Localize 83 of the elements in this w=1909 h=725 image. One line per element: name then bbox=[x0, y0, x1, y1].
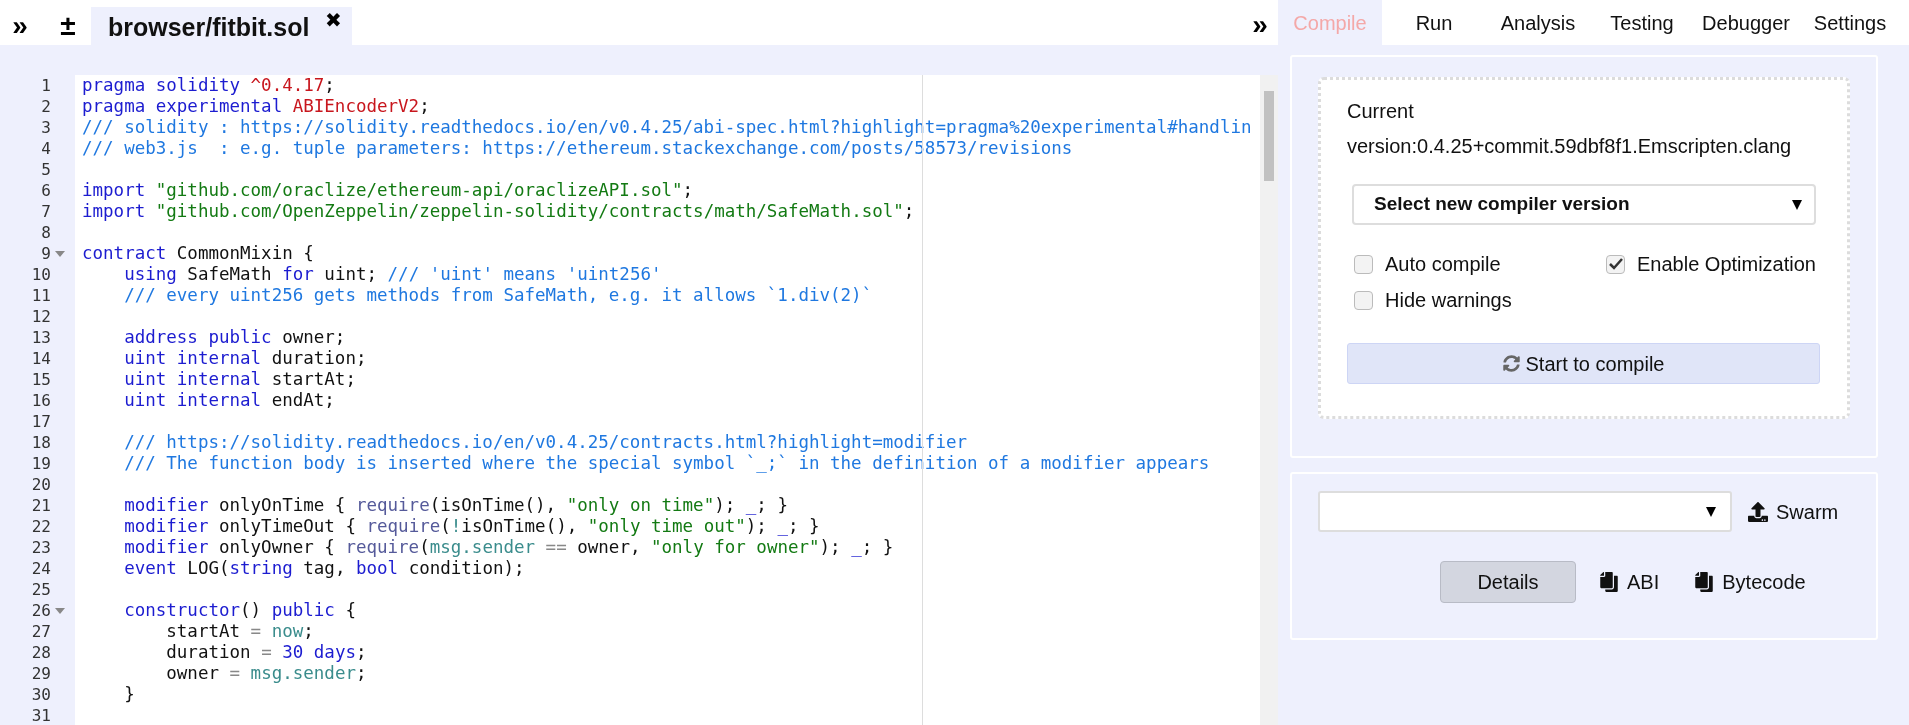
line-number: 19 bbox=[31, 452, 51, 475]
line-number: 23 bbox=[31, 536, 51, 559]
code-line: /// solidity : https://solidity.readthedocs.io/en/v0.4.25/abi-spec.html?highlight=pragma%20experimental#handlin bbox=[82, 117, 1252, 138]
code-line: /// The function body is inserted where the special symbol `_;` in the definition of a modifier appears bbox=[123, 453, 1210, 474]
close-icon[interactable]: ✖ bbox=[325, 5, 343, 35]
line-number: 3 bbox=[41, 116, 51, 139]
code-line: modifier onlyTimeOut { require(!isOnTime(), "only time out"); _; } bbox=[123, 516, 820, 537]
fold-arrow-icon[interactable] bbox=[55, 250, 65, 257]
dropdown-caret-icon bbox=[1792, 199, 1802, 210]
line-number: 29 bbox=[31, 662, 51, 685]
line-number: 22 bbox=[31, 515, 51, 538]
line-number: 10 bbox=[31, 263, 51, 286]
line-number: 8 bbox=[41, 221, 51, 244]
code-line: event LOG(string tag, bool condition); bbox=[123, 558, 525, 579]
code-line: modifier onlyOnTime { require(isOnTime(), "only on time"); _; } bbox=[123, 495, 788, 516]
code-line: modifier onlyOwner { require(msg.sender == owner, "only for owner"); _; } bbox=[123, 537, 894, 558]
line-number: 16 bbox=[31, 389, 51, 412]
copy-icon bbox=[1599, 572, 1619, 592]
code-line: startAt = now; bbox=[165, 621, 314, 642]
panel-toggle-button[interactable]: » bbox=[1246, 5, 1274, 45]
code-line: pragma solidity ^0.4.17; bbox=[82, 75, 335, 96]
line-number: 13 bbox=[31, 326, 51, 349]
code-line: uint internal duration; bbox=[123, 348, 367, 369]
line-number: 7 bbox=[41, 200, 51, 223]
copy-button[interactable]: ABI bbox=[1599, 567, 1660, 597]
line-number: 5 bbox=[41, 158, 51, 181]
compile-button[interactable]: Start to compile bbox=[1347, 343, 1820, 384]
line-number: 6 bbox=[41, 179, 51, 202]
line-number: 9 bbox=[41, 242, 51, 265]
code-line: owner = msg.sender; bbox=[165, 663, 367, 684]
current-version: Current version:0.4.25+commit.59dbf8f1.Emscripten.clang bbox=[1347, 99, 1793, 159]
line-number: 4 bbox=[41, 137, 51, 160]
collapse-button[interactable]: » bbox=[6, 7, 34, 45]
checkbox[interactable] bbox=[1354, 290, 1373, 310]
checkbox-label: Auto compile bbox=[1385, 252, 1501, 277]
line-number: 24 bbox=[31, 557, 51, 580]
code-line: uint internal endAt; bbox=[123, 390, 335, 411]
line-number: 28 bbox=[31, 641, 51, 664]
file-tab[interactable]: browser/fitbit.sol ✖ bbox=[91, 7, 353, 45]
line-number: 31 bbox=[31, 704, 51, 725]
line-number: 14 bbox=[31, 347, 51, 370]
line-number: 18 bbox=[31, 431, 51, 454]
code-line: pragma experimental ABIEncoderV2; bbox=[82, 96, 430, 117]
details-button[interactable]: Details bbox=[1440, 561, 1576, 603]
code-line: address public owner; bbox=[123, 327, 346, 348]
code-line: import "github.com/OpenZeppelin/zeppelin-solidity/contracts/math/SafeMath.sol"; bbox=[82, 201, 915, 222]
line-number: 25 bbox=[31, 578, 51, 601]
code-line: duration = 30 days; bbox=[165, 642, 367, 663]
code-line: /// every uint256 gets methods from SafeMath, e.g. it allows `1.div(2)` bbox=[123, 285, 873, 306]
copy-button[interactable]: Bytecode bbox=[1694, 567, 1806, 597]
scrollbar[interactable] bbox=[1260, 75, 1278, 725]
fold-arrow-icon[interactable] bbox=[55, 607, 65, 614]
line-number: 15 bbox=[31, 368, 51, 391]
code-line: uint internal startAt; bbox=[123, 369, 356, 390]
code-line: contract CommonMixin { bbox=[82, 243, 314, 264]
compiler-version-select[interactable]: Select new compiler version bbox=[1352, 184, 1816, 225]
checkbox[interactable] bbox=[1606, 254, 1625, 274]
line-number: 30 bbox=[31, 683, 51, 706]
line-number: 11 bbox=[31, 284, 51, 307]
code-line: using SafeMath for uint; /// 'uint' means 'uint256' bbox=[123, 264, 662, 285]
line-number: 26 bbox=[31, 599, 51, 622]
line-number: 12 bbox=[31, 305, 51, 328]
code-line: import "github.com/oraclize/ethereum-api/oraclizeAPI.sol"; bbox=[82, 180, 694, 201]
checkbox-label: Enable Optimization bbox=[1637, 252, 1816, 277]
swarm-button[interactable]: Swarm bbox=[1748, 496, 1839, 527]
copy-icon bbox=[1694, 572, 1715, 592]
line-number: 1 bbox=[41, 75, 51, 97]
font-size-button[interactable]: ± bbox=[56, 7, 80, 45]
code-line: /// https://solidity.readthedocs.io/en/v0.4.25/contracts.html?highlight=modifier bbox=[123, 432, 967, 453]
contract-select[interactable] bbox=[1318, 491, 1732, 532]
line-number: 20 bbox=[31, 473, 51, 496]
line-number: 2 bbox=[41, 95, 51, 118]
code-line: constructor() public { bbox=[123, 600, 356, 621]
checkbox[interactable] bbox=[1354, 254, 1373, 274]
checkbox-label: Hide warnings bbox=[1385, 288, 1512, 313]
line-number: 17 bbox=[31, 410, 51, 433]
dropdown-caret-icon bbox=[1706, 506, 1716, 517]
line-number: 21 bbox=[31, 494, 51, 517]
refresh-icon bbox=[1502, 355, 1520, 372]
code-line: /// web3.js : e.g. tuple parameters: https://ethereum.stackexchange.com/posts/58573/revisions bbox=[82, 138, 1073, 159]
upload-icon bbox=[1748, 501, 1768, 522]
code-line: } bbox=[123, 684, 135, 705]
line-number: 27 bbox=[31, 620, 51, 643]
